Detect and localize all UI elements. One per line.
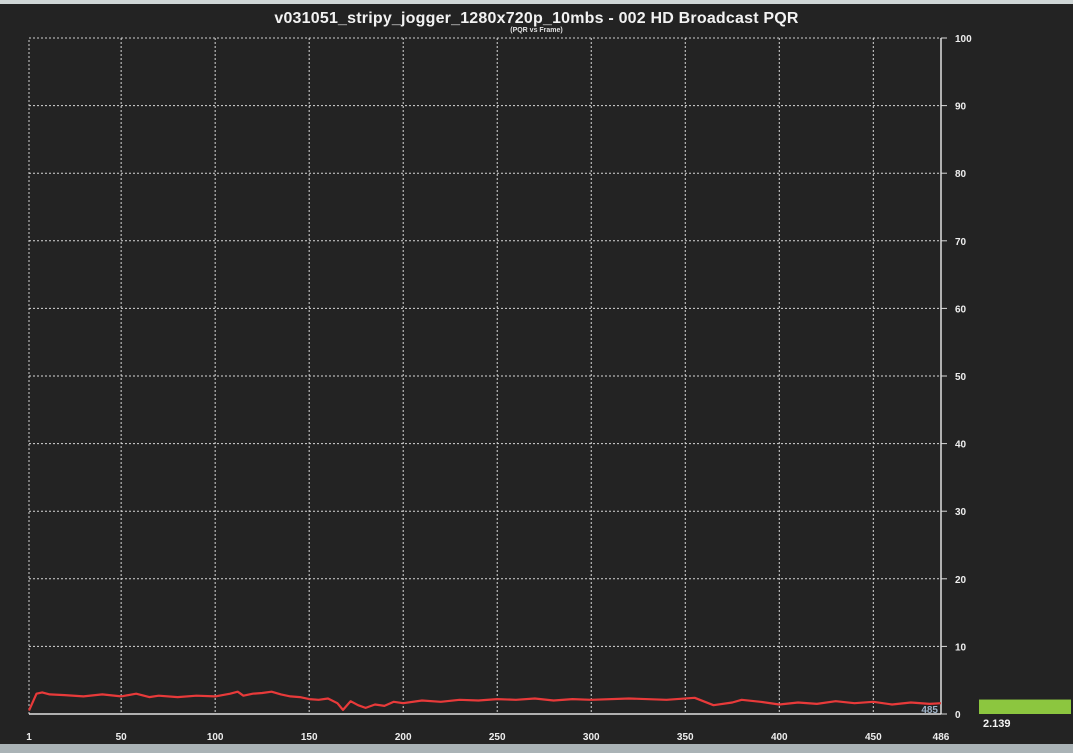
y-tick-label: 90 — [955, 102, 967, 113]
summary-panel: 2.139 — [979, 699, 1071, 730]
y-tick-label: 20 — [955, 575, 967, 586]
y-tick-label: 70 — [955, 237, 967, 248]
x-tick-label: 1 — [26, 732, 32, 743]
x-tick-label: 300 — [583, 732, 600, 743]
end-frame-label: 485 — [921, 705, 938, 716]
y-tick-label: 10 — [955, 642, 967, 653]
x-tick-label: 100 — [207, 732, 224, 743]
y-axis-ticks: 0 10 20 30 40 50 60 70 80 90 100 — [955, 34, 972, 721]
x-tick-label: 486 — [933, 732, 950, 743]
x-tick-label: 250 — [489, 732, 506, 743]
x-tick-label: 50 — [116, 732, 128, 743]
y-tick-label: 40 — [955, 440, 967, 451]
summary-bar — [979, 699, 1071, 714]
grid — [29, 37, 941, 714]
x-tick-label: 200 — [395, 732, 412, 743]
summary-value: 2.139 — [983, 718, 1011, 730]
x-tick-label: 450 — [865, 732, 882, 743]
y-tick-label: 100 — [955, 34, 972, 45]
y-tick-label: 0 — [955, 710, 961, 721]
y-tick-label: 50 — [955, 372, 967, 383]
series-line — [27, 690, 942, 712]
y-tick-label: 80 — [955, 169, 967, 180]
y-tick-label: 60 — [955, 304, 967, 315]
x-axis-ticks: 1 50 100 150 200 250 300 350 400 450 486485 — [26, 705, 950, 743]
series-layer — [27, 690, 942, 712]
x-tick-label: 400 — [771, 732, 788, 743]
y-tick-label: 30 — [955, 507, 967, 518]
pqr-chart: 1 50 100 150 200 250 300 350 400 450 486485 010203… — [26, 34, 1071, 743]
x-tick-label: 350 — [677, 732, 694, 743]
x-tick-label: 150 — [301, 732, 318, 743]
